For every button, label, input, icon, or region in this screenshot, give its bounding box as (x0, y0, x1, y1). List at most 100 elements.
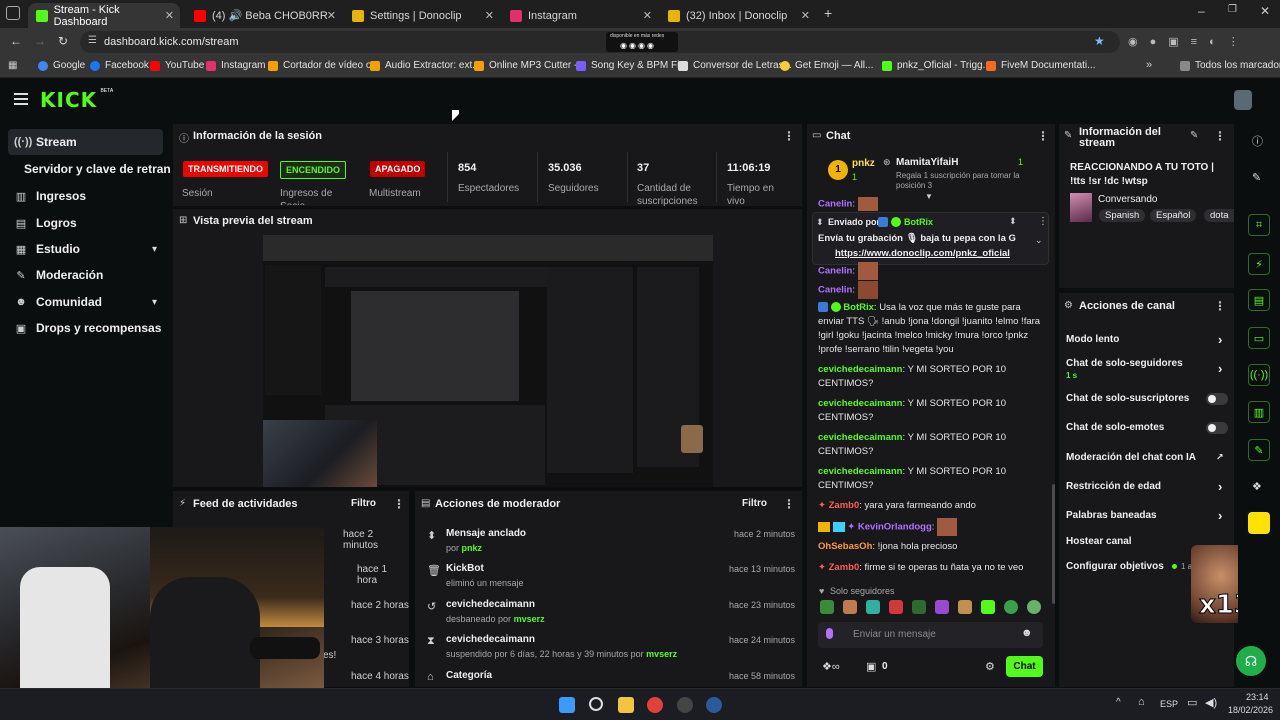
site-info-icon[interactable]: ☰ (88, 35, 97, 46)
chat-message[interactable]: BotRix: Usa la voz que más te guste para… (818, 301, 1046, 357)
sidebar-item-server-key[interactable]: Servidor y clave de retransmisión (18, 156, 170, 182)
clock-time[interactable]: 23:14 (1246, 692, 1269, 702)
user-avatar[interactable] (1234, 90, 1252, 110)
rail-yellow-button[interactable] (1248, 512, 1270, 534)
action-ai-moderation[interactable]: Moderación del chat con IA ↗ (1066, 452, 1230, 463)
emote-button[interactable] (1027, 600, 1041, 614)
emote-button[interactable] (820, 600, 834, 614)
chat-message[interactable]: ✦ Zamb0: yara yara farmeando ando (818, 499, 1046, 513)
language-indicator[interactable]: ESP (1160, 699, 1178, 709)
expand-pinned-icon[interactable]: ⌄ (1035, 235, 1043, 246)
bookmark-google[interactable]: Google (38, 60, 85, 71)
new-tab-icon[interactable]: + (824, 5, 832, 21)
edit-icon[interactable]: ✎ (1190, 130, 1198, 141)
emoji-icon[interactable]: ☻ (1021, 627, 1033, 639)
chat-message[interactable]: cevichedecaimann: Y MI SORTEO POR 10 CEN… (818, 363, 1046, 391)
emotes-only-toggle[interactable] (1206, 422, 1228, 434)
filter-button[interactable]: Filtro (742, 498, 767, 509)
kebab-menu-icon[interactable]: ⋮ (1214, 129, 1226, 143)
sidebar-item-estudio[interactable]: ▦ Estudio ▾ (8, 236, 163, 262)
chat-username[interactable]: cevichedecaimann (818, 432, 903, 443)
chat-username[interactable]: cevichedecaimann (818, 398, 903, 409)
chat-username[interactable]: Canelin (818, 266, 852, 277)
chat-message[interactable]: Canelin: (818, 262, 1046, 280)
rail-broadcast-button[interactable]: ((·)) (1248, 364, 1270, 386)
chat-username[interactable]: BotRix (843, 302, 874, 313)
microphone-icon[interactable] (826, 628, 833, 639)
tag-chip[interactable]: Spanish (1099, 209, 1146, 222)
chat-username[interactable]: Canelin (818, 285, 852, 296)
address-bar[interactable]: ☰ dashboard.kick.com/stream disponible e… (80, 31, 1120, 53)
obs-icon[interactable] (677, 697, 693, 713)
emote-button[interactable] (843, 600, 857, 614)
sidebar-item-drops[interactable]: ▣ Drops y recompensas (8, 315, 163, 341)
mod-action-row[interactable]: ⧗ cevichedecaimann suspendido por 6 días… (415, 632, 795, 664)
rail-chat-button[interactable]: ▭ (1248, 327, 1270, 349)
pencil-icon[interactable]: ✎ (1252, 171, 1261, 184)
steam-icon[interactable] (706, 697, 722, 713)
bookmark-star-icon[interactable]: ★ (1094, 34, 1105, 48)
bookmark-song-key[interactable]: Song Key & BPM Fi... (576, 60, 688, 71)
sidebar-item-ingresos[interactable]: ▥ Ingresos (8, 183, 163, 209)
emote-button[interactable] (889, 600, 903, 614)
chat-username[interactable]: cevichedecaimann (818, 466, 903, 477)
chrome-icon[interactable] (647, 697, 663, 713)
windows-start-icon[interactable] (559, 697, 575, 713)
chat-message[interactable]: cevichedecaimann: Y MI SORTEO POR 10 CEN… (818, 465, 1046, 493)
chat-message[interactable]: cevichedecaimann: Y MI SORTEO POR 10 CEN… (818, 431, 1046, 459)
kebab-menu-icon[interactable]: ⋮ (783, 497, 795, 511)
rail-layout-button[interactable]: ▥ (1248, 401, 1270, 423)
chat-username[interactable]: Zamb0 (829, 500, 860, 511)
reload-icon[interactable]: ↻ (58, 34, 68, 48)
volume-icon[interactable]: ◀) (1205, 696, 1217, 709)
filter-button[interactable]: Filtro (351, 498, 376, 509)
bookmark-video-cutter[interactable]: Cortador de vídeo o... (268, 60, 380, 71)
chat-username[interactable]: Canelin (818, 199, 852, 210)
bookmark-fivem[interactable]: FiveM Documentati... (986, 60, 1095, 71)
sidebar-item-comunidad[interactable]: ☻ Comunidad ▾ (8, 289, 163, 315)
bookmark-conversor[interactable]: Conversor de Letras... (678, 60, 792, 71)
chat-send-button[interactable]: Chat (1006, 656, 1043, 677)
action-age-restriction[interactable]: Restricción de edad › (1066, 479, 1230, 494)
pinned-message[interactable]: ⬍ Enviado por BotRix ⬍ ⋮ Envía tu grabac… (812, 212, 1049, 265)
action-followers-only[interactable]: Chat de solo-seguidores 1 s › (1066, 358, 1230, 380)
sidebar-item-moderacion[interactable]: ✎ Moderación (8, 262, 163, 288)
action-banned-words[interactable]: Palabras baneadas › (1066, 508, 1230, 523)
chat-message[interactable]: ✦ KevinOrlandogg: (818, 518, 1046, 536)
tag-chip[interactable]: Español (1150, 209, 1197, 222)
back-icon[interactable]: ← (10, 34, 22, 48)
chat-input[interactable]: Enviar un mensaje ☻ (818, 622, 1043, 648)
help-fab[interactable]: ☊ (1236, 646, 1266, 676)
bookmark-get-emoji[interactable]: Get Emoji — All... (780, 60, 873, 71)
pinned-kebab-icon[interactable]: ⋮ (1038, 216, 1048, 227)
kebab-menu-icon[interactable]: ⋮ (1214, 299, 1226, 313)
close-tab-icon[interactable]: ✕ (643, 9, 652, 22)
action-subs-only[interactable]: Chat de solo-suscriptores (1066, 393, 1230, 405)
apps-grid-icon[interactable]: ▦ (8, 60, 17, 71)
extension-icons[interactable]: ◉●▣≡◐⋮ (1128, 35, 1278, 49)
rail-clip-button[interactable]: ⌗ (1248, 214, 1270, 236)
tab-instagram[interactable]: Instagram ✕ (502, 3, 658, 28)
sidebar-item-stream[interactable]: ((·)) Stream (8, 129, 163, 155)
tab-youtube[interactable]: (4) 🔊 Beba CHOB0RR4 RUEGA… ✕ (186, 3, 342, 28)
tab-kick-dashboard[interactable]: Stream - Kick Dashboard ✕ (28, 3, 180, 28)
all-bookmarks[interactable]: Todos los marcadores (1180, 60, 1280, 71)
rail-lightning-button[interactable]: ⚡ (1248, 253, 1270, 275)
emote-button[interactable] (935, 600, 949, 614)
emote-button[interactable] (958, 600, 972, 614)
file-explorer-icon[interactable] (618, 697, 634, 713)
stream-preview-video[interactable] (263, 235, 713, 487)
network-icon[interactable]: ⌂ (1138, 696, 1145, 708)
kebab-menu-icon[interactable]: ⋮ (783, 129, 795, 143)
hamburger-menu-icon[interactable] (14, 93, 28, 105)
chat-username[interactable]: Zamb0 (829, 562, 860, 573)
unpin-icon[interactable]: ⬍ (1009, 216, 1017, 227)
scrollbar[interactable] (1052, 484, 1055, 604)
action-slow-mode[interactable]: Modo lento › (1066, 332, 1230, 347)
tab-search-icon[interactable] (6, 6, 20, 20)
chat-username[interactable]: OhSebasOh (818, 541, 872, 552)
tab-donoclip-settings[interactable]: Settings | Donoclip ✕ (344, 3, 500, 28)
kebab-menu-icon[interactable]: ⋮ (1037, 129, 1049, 143)
chat-message[interactable]: Canelin: (818, 197, 1046, 212)
chat-message[interactable]: ✦ Zamb0: firme si te operas tu ñata ya n… (818, 561, 1046, 575)
